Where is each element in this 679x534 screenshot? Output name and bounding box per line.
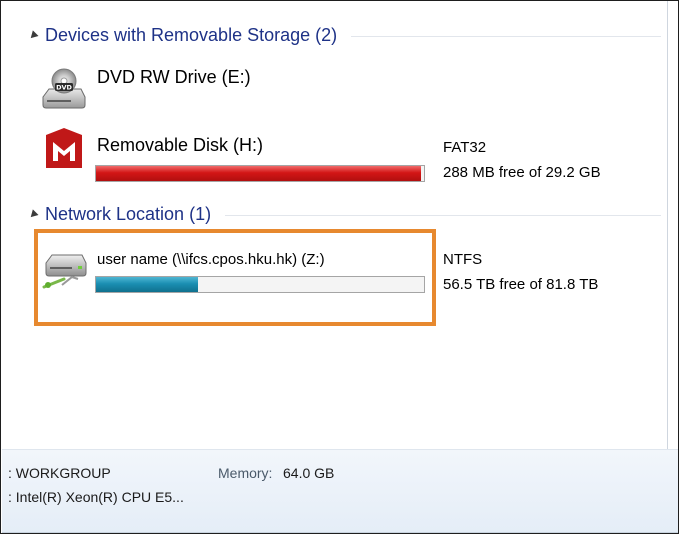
dvd-drive-icon: DVD [42,68,86,109]
free-space-label: 56.5 TB free of 81.8 TB [443,276,599,293]
explorer-content-pane: Devices with Removable Storage (2) DVD D… [0,0,679,534]
group-title: Devices with Removable Storage (2) [45,24,338,45]
group-title: Network Location (1) [45,203,212,224]
collapse-arrow-icon[interactable] [27,30,39,42]
memory-label: Memory: [218,465,273,481]
svg-text:DVD: DVD [56,84,72,92]
drive-name: Removable Disk (H:) [97,135,264,155]
pane-divider [667,1,668,451]
filesystem-label: NTFS [443,251,483,268]
workgroup-value: : WORKGROUP [8,465,111,481]
drive-name: DVD RW Drive (E:) [97,67,251,87]
group-header-removable[interactable]: Devices with Removable Storage (2) [27,23,661,47]
details-pane: : WORKGROUP Memory: 64.0 GB : Intel(R) X… [2,449,678,533]
processor-value: : Intel(R) Xeon(R) CPU E5... [8,489,184,505]
group-divider [225,214,661,216]
group-header-network[interactable]: Network Location (1) [27,202,661,226]
highlight-box [34,229,436,326]
capacity-bar [95,165,425,182]
memory-value: 64.0 GB [283,465,335,481]
filesystem-label: FAT32 [443,139,487,156]
mcafee-shield-icon [46,128,82,168]
group-divider [351,35,661,37]
capacity-bar-fill [96,166,421,181]
free-space-label: 288 MB free of 29.2 GB [443,164,601,181]
collapse-arrow-icon[interactable] [27,209,39,221]
